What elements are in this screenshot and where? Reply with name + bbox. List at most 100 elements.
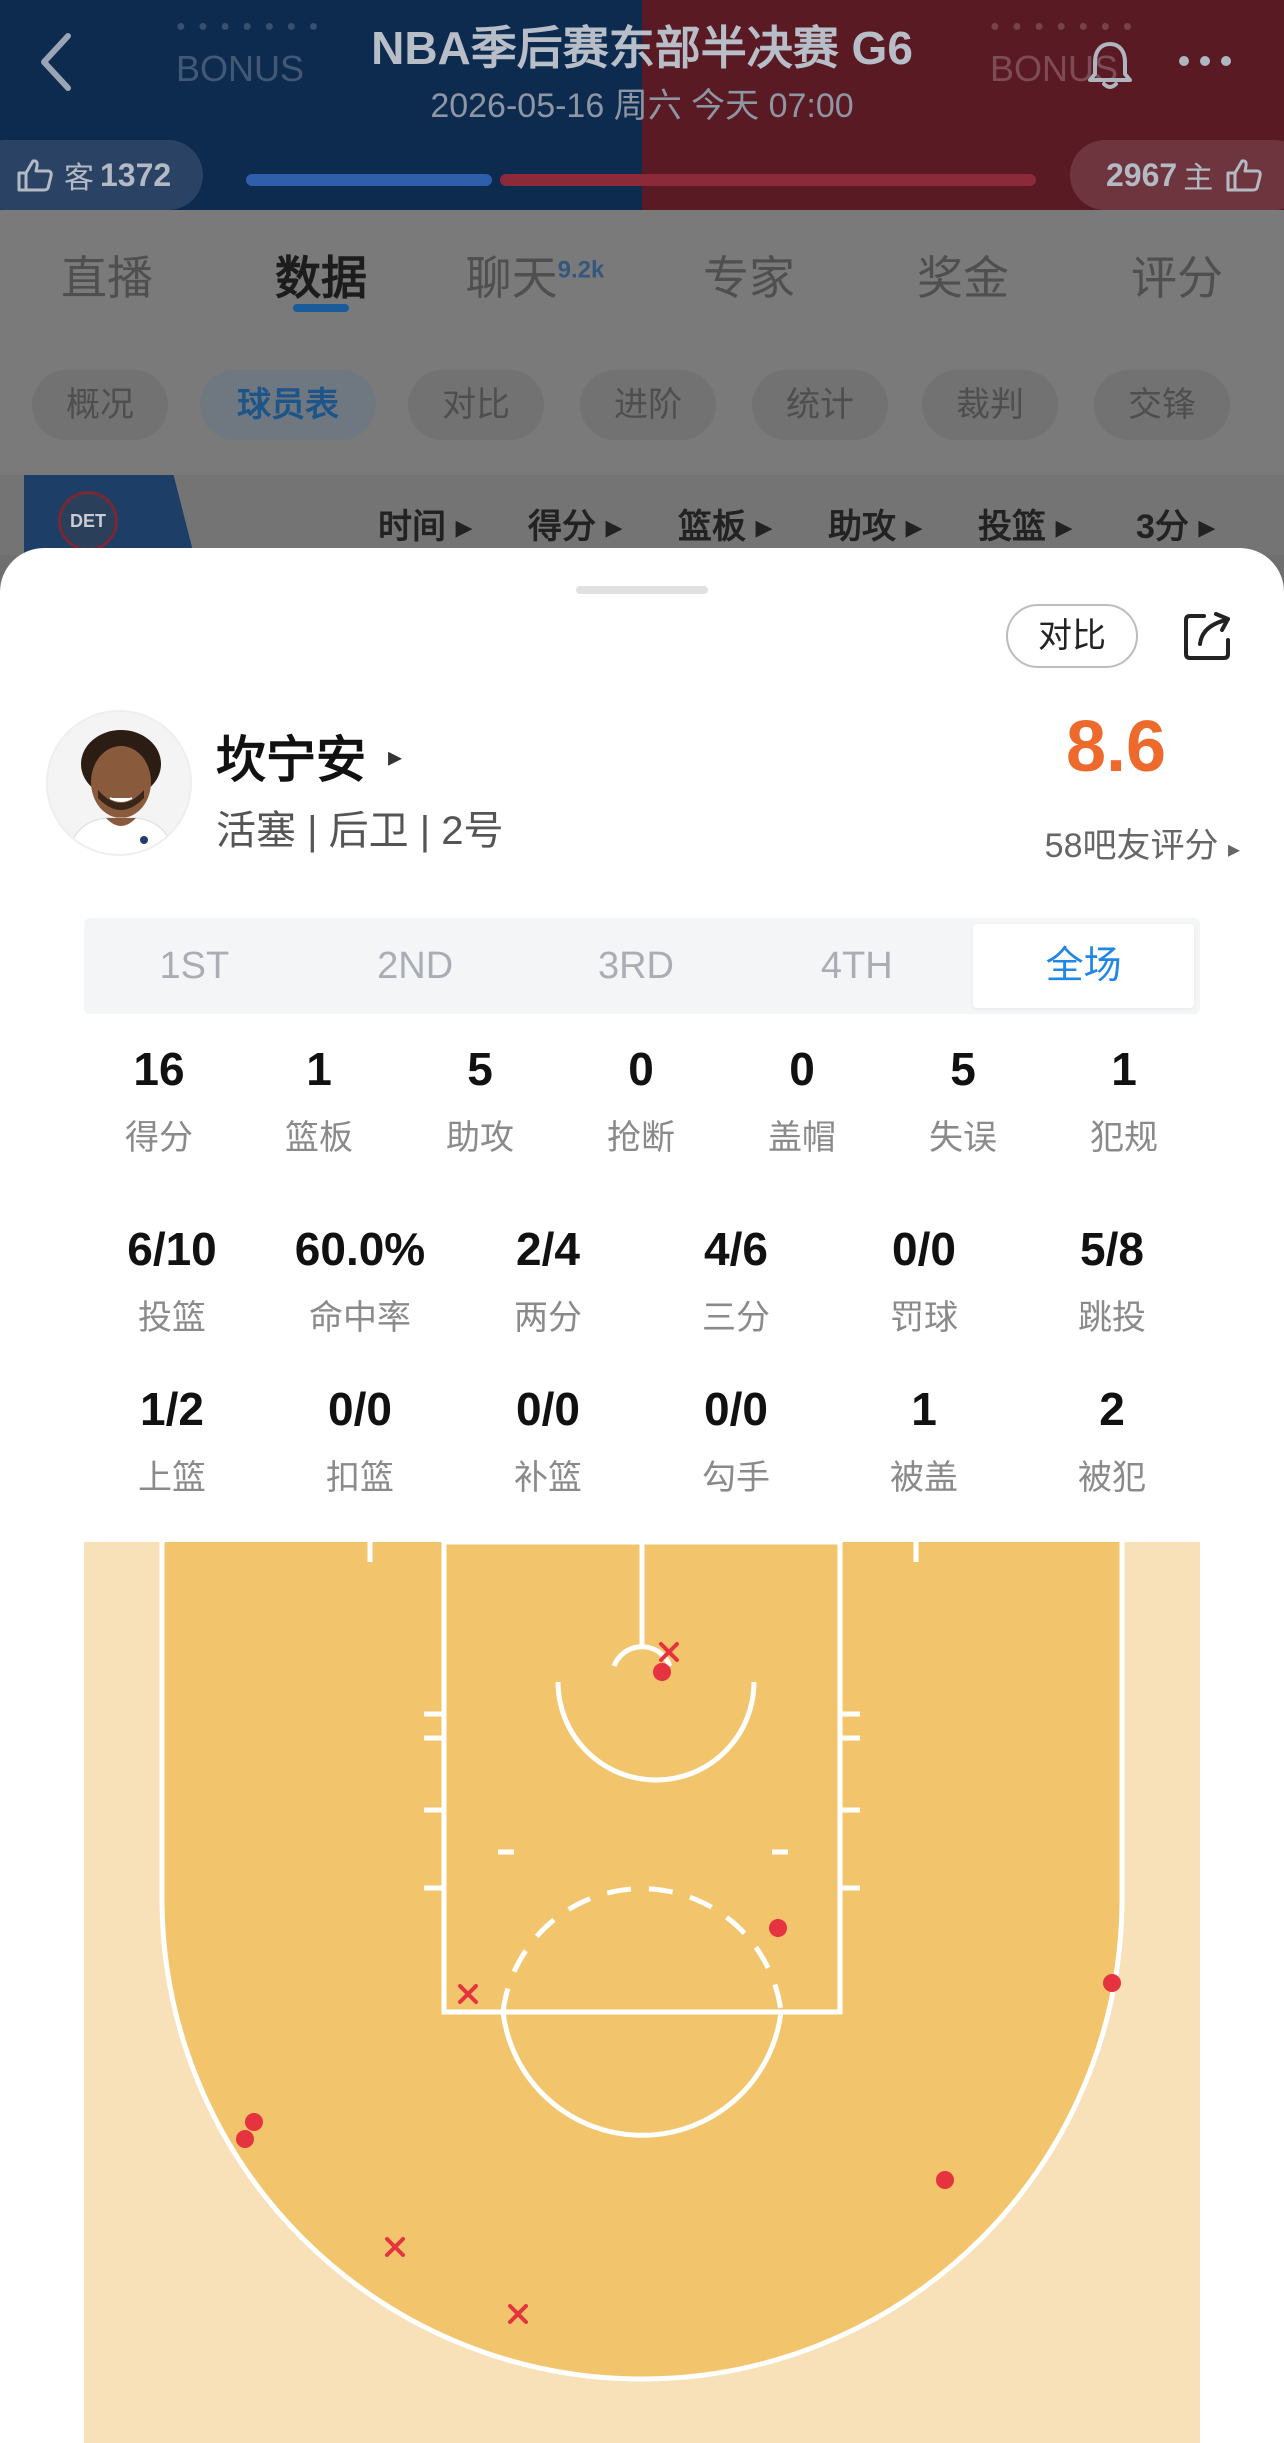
stat-label: 失误 <box>929 1119 997 1157</box>
stat-label: 勾手 <box>702 1459 770 1497</box>
tab-data[interactable]: 数据 <box>214 210 428 340</box>
column-header-assists[interactable]: 助攻 ▸ <box>828 499 923 548</box>
stat-value: 60.0% <box>294 1223 426 1275</box>
chip-compare[interactable]: 对比 <box>408 370 544 440</box>
away-like-count: 1372 <box>100 156 172 193</box>
player-name[interactable]: 坎宁安 <box>216 720 366 792</box>
chip-head-to-head[interactable]: 交锋 <box>1094 370 1230 440</box>
tab-rating[interactable]: 评分 <box>1070 210 1284 340</box>
stat-blocked: 1 被盖 <box>836 1382 1012 1499</box>
tab-live[interactable]: 直播 <box>0 210 214 340</box>
column-header-points[interactable]: 得分 ▸ <box>528 499 623 548</box>
active-tab-indicator <box>293 304 349 312</box>
chip-referee[interactable]: 裁判 <box>922 370 1058 440</box>
stat-value: 0/0 <box>704 1383 768 1435</box>
stat-value: 5 <box>950 1043 976 1095</box>
notification-button[interactable] <box>1085 38 1135 92</box>
more-dots-icon <box>1179 56 1231 66</box>
stat-free-throws: 0/0 罚球 <box>836 1222 1012 1339</box>
rating-count-label: 58吧友评分 <box>1044 827 1219 865</box>
column-label: 助攻 <box>828 508 896 546</box>
sheet-drag-handle[interactable] <box>576 586 708 594</box>
made-shot-marker <box>245 2113 263 2131</box>
home-like-count: 2967 <box>1106 156 1178 193</box>
player-detail-sheet: 对比 坎宁安 ▸ 活塞 | 后卫 | 2号 8.6 58吧友评分 ▸ 1ST 2… <box>0 548 1284 2443</box>
column-header-fg[interactable]: 投篮 ▸ <box>978 499 1073 548</box>
stat-label: 补篮 <box>514 1459 582 1497</box>
made-shot-marker <box>653 1663 671 1681</box>
player-info: 活塞 | 后卫 | 2号 <box>216 809 504 853</box>
stat-value: 0/0 <box>328 1383 392 1435</box>
column-label: 投篮 <box>978 508 1046 546</box>
column-header-3pt[interactable]: 3分 ▸ <box>1136 499 1215 548</box>
period-2nd[interactable]: 2ND <box>305 918 526 1014</box>
stat-field-goals: 6/10 投篮 <box>84 1222 260 1339</box>
tab-label: 数据 <box>275 252 367 304</box>
stat-value: 0 <box>628 1043 654 1095</box>
tab-chat[interactable]: 聊天9.2k <box>428 210 642 340</box>
stat-label: 上篮 <box>138 1459 206 1497</box>
chip-player-table[interactable]: 球员表 <box>200 370 376 440</box>
column-label: 3分 <box>1136 508 1189 546</box>
column-label: 时间 <box>378 508 446 546</box>
thumbs-up-icon <box>1226 159 1262 192</box>
chip-advanced[interactable]: 进阶 <box>580 370 716 440</box>
period-4th[interactable]: 4TH <box>746 918 967 1014</box>
chip-stats[interactable]: 统计 <box>752 370 888 440</box>
column-label: 得分 <box>528 508 596 546</box>
stat-value: 5/8 <box>1080 1223 1144 1275</box>
chevron-left-icon <box>41 33 71 91</box>
stat-fg-percentage: 60.0% 命中率 <box>272 1222 448 1339</box>
home-like-button[interactable]: 2967 主 <box>1070 140 1284 210</box>
period-3rd[interactable]: 3RD <box>526 918 747 1014</box>
player-table-header: DET 时间 ▸ 得分 ▸ 篮板 ▸ 助攻 ▸ 投篮 ▸ 3分 ▸ <box>0 475 1284 555</box>
chip-overview[interactable]: 概况 <box>32 370 168 440</box>
stat-turnovers: 5 失误 <box>888 1042 1038 1159</box>
stat-three-pointers: 4/6 三分 <box>648 1222 824 1339</box>
made-shot-marker <box>236 2130 254 2148</box>
stat-two-pointers: 2/4 两分 <box>460 1222 636 1339</box>
stat-label: 命中率 <box>309 1299 411 1337</box>
stat-label: 抢断 <box>607 1119 675 1157</box>
stat-points: 16 得分 <box>84 1042 234 1159</box>
tab-prize[interactable]: 奖金 <box>856 210 1070 340</box>
away-like-button[interactable]: 客 1372 <box>0 140 204 210</box>
stat-value: 2 <box>1099 1383 1125 1435</box>
stat-value: 5 <box>467 1043 493 1095</box>
stat-label: 投篮 <box>138 1299 206 1337</box>
stat-blocks: 0 盖帽 <box>727 1042 877 1159</box>
away-label: 客 <box>64 162 94 195</box>
team-logo: DET <box>58 491 118 551</box>
period-full-game[interactable]: 全场 <box>973 924 1194 1008</box>
bell-icon <box>1088 42 1132 89</box>
tab-label: 奖金 <box>917 252 1009 304</box>
column-label: 篮板 <box>678 508 746 546</box>
stat-value: 1/2 <box>140 1383 204 1435</box>
stat-steals: 0 抢断 <box>566 1042 716 1159</box>
share-icon <box>1184 612 1230 660</box>
stat-layups: 1/2 上篮 <box>84 1382 260 1499</box>
stat-label: 得分 <box>125 1119 193 1157</box>
period-selector: 1ST 2ND 3RD 4TH 全场 <box>84 918 1200 1014</box>
stat-label: 三分 <box>702 1299 770 1337</box>
stat-value: 1 <box>1111 1043 1137 1095</box>
stat-hook-shots: 0/0 勾手 <box>648 1382 824 1499</box>
column-header-rebounds[interactable]: 篮板 ▸ <box>678 499 773 548</box>
stat-value: 1 <box>306 1043 332 1095</box>
home-label: 主 <box>1183 162 1214 195</box>
stat-value: 0/0 <box>892 1223 956 1275</box>
period-1st[interactable]: 1ST <box>84 918 305 1014</box>
stat-label: 扣篮 <box>326 1459 394 1497</box>
more-menu-button[interactable] <box>1176 36 1234 81</box>
tab-experts[interactable]: 专家 <box>642 210 856 340</box>
game-datetime: 2026-05-16 周六 今天 07:00 <box>430 87 854 125</box>
compare-button[interactable]: 对比 <box>1006 604 1138 668</box>
player-rating: 8.6 <box>1065 707 1167 787</box>
back-button[interactable] <box>36 30 92 100</box>
column-header-time[interactable]: 时间 ▸ <box>378 499 473 548</box>
away-support-bar <box>246 174 492 186</box>
share-button[interactable] <box>1180 608 1236 664</box>
rating-count-link[interactable]: 58吧友评分 ▸ <box>940 818 1240 867</box>
thumbs-up-icon <box>17 159 53 192</box>
player-avatar[interactable] <box>46 710 192 856</box>
